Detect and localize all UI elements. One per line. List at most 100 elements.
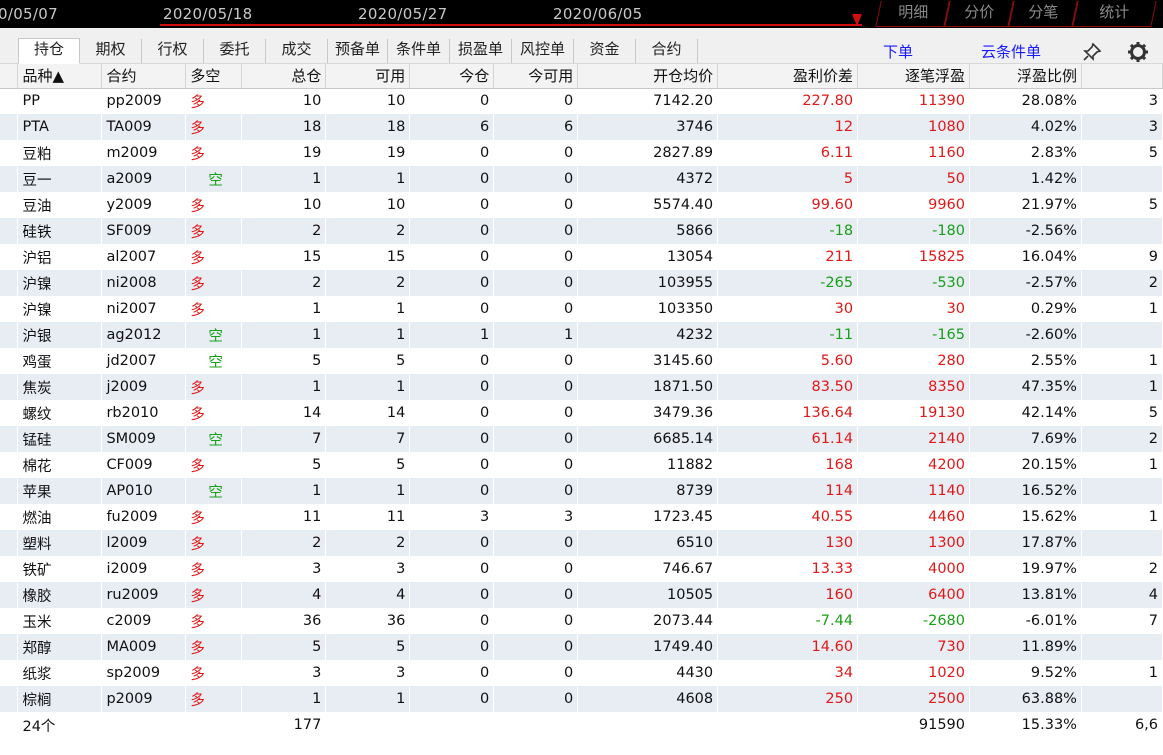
cell-available: 7: [325, 426, 411, 452]
cell-available: 4: [325, 582, 411, 608]
cell-profit-diff: 83.50: [717, 374, 859, 400]
header-profit-diff[interactable]: 盈利价差: [717, 64, 859, 89]
cell-pnl-ratio: 0.29%: [969, 296, 1082, 322]
header-variety[interactable]: 品种▲: [17, 64, 103, 89]
tab-funds[interactable]: 资金: [574, 39, 636, 63]
cell-float-pnl: 11390: [857, 88, 971, 114]
timeline-date: 0/05/07: [0, 5, 58, 23]
table-row[interactable]: 沪银 ag2012 空 1 1 1 1 4232 -11 -165 -2.60%: [0, 322, 1163, 348]
table-row[interactable]: PTA TA009 多 18 18 6 6 3746 12 1080 4.02% 3: [0, 114, 1163, 140]
cell-available: 5: [325, 634, 411, 660]
cell-available: 15: [325, 244, 411, 270]
table-row[interactable]: 沪镍 ni2007 多 1 1 0 0 103350 30 30 0.29% 1: [0, 296, 1163, 322]
cell-extra: 7: [1081, 608, 1163, 634]
tab-tick[interactable]: 分笔: [1007, 1, 1079, 27]
cell-today: 3: [409, 504, 495, 530]
tab-price-distribution[interactable]: 分价: [943, 1, 1015, 27]
table-row[interactable]: 豆粕 m2009 多 19 19 0 0 2827.89 6.11 1160 2.83% 5: [0, 140, 1163, 166]
timeline-date: 2020/05/27: [358, 5, 448, 23]
cell-direction: 多: [185, 400, 243, 426]
cell-pnl-ratio: 1.42%: [969, 166, 1082, 192]
table-row[interactable]: 硅铁 SF009 多 2 2 0 0 5866 -18 -180 -2.56%: [0, 218, 1163, 244]
tab-contracts[interactable]: 合约: [636, 39, 698, 63]
tab-positions[interactable]: 持仓: [18, 38, 80, 64]
cell-profit-diff: 40.55: [717, 504, 859, 530]
table-row[interactable]: 焦炭 j2009 多 1 1 0 0 1871.50 83.50 8350 47.35% 1: [0, 374, 1163, 400]
cell-extra: 1: [1081, 296, 1163, 322]
table-row[interactable]: 棕榈 p2009 多 1 1 0 0 4608 250 2500 63.88%: [0, 686, 1163, 712]
cell-total: 2: [241, 270, 327, 296]
place-order-link[interactable]: 下单: [883, 41, 913, 62]
cell-total: 36: [241, 608, 327, 634]
table-row[interactable]: 塑料 l2009 多 2 2 0 0 6510 130 1300 17.87%: [0, 530, 1163, 556]
cell-profit-diff: 14.60: [717, 634, 859, 660]
cell-extra: [1081, 218, 1163, 244]
table-row[interactable]: PP pp2009 多 10 10 0 0 7142.20 227.80 11390 28.08% 3: [0, 88, 1163, 114]
table-row[interactable]: 玉米 c2009 多 36 36 0 0 2073.44 -7.44 -2680 -6.01% 7: [0, 608, 1163, 634]
table-row[interactable]: 鸡蛋 jd2007 空 5 5 0 0 3145.60 5.60 280 2.55% 1: [0, 348, 1163, 374]
cell-available: 3: [325, 660, 411, 686]
table-row[interactable]: 豆油 y2009 多 10 10 0 0 5574.40 99.60 9960 21.97% 5: [0, 192, 1163, 218]
totals-total: 177: [241, 712, 327, 738]
header-today[interactable]: 今仓: [409, 64, 495, 89]
table-row[interactable]: 铁矿 i2009 多 3 3 0 0 746.67 13.33 4000 19.97% 2: [0, 556, 1163, 582]
table-row[interactable]: 郑醇 MA009 多 5 5 0 0 1749.40 14.60 730 11.89%: [0, 634, 1163, 660]
cell-today-available: 6: [493, 114, 579, 140]
tab-preorders[interactable]: 预备单: [328, 39, 388, 63]
tab-trades[interactable]: 成交: [266, 39, 328, 63]
cell-available: 1: [325, 166, 411, 192]
table-row[interactable]: 锰硅 SM009 空 7 7 0 0 6685.14 61.14 2140 7.69% 2: [0, 426, 1163, 452]
tab-options[interactable]: 期权: [80, 39, 142, 63]
header-spacer: [0, 64, 19, 89]
cell-contract: SM009: [101, 426, 187, 452]
header-total[interactable]: 总仓: [241, 64, 327, 89]
spacer: [0, 556, 19, 582]
pin-icon[interactable]: [1080, 40, 1104, 64]
table-row[interactable]: 螺纹 rb2010 多 14 14 0 0 3479.36 136.64 19130 42.14% 5: [0, 400, 1163, 426]
spacer: [0, 660, 19, 686]
cloud-conditional-order-link[interactable]: 云条件单: [981, 41, 1041, 62]
cell-contract: i2009: [101, 556, 187, 582]
header-float-pnl[interactable]: 逐笔浮盈: [857, 64, 971, 89]
tab-risk-orders[interactable]: 风控单: [512, 39, 574, 63]
tab-conditional-orders[interactable]: 条件单: [388, 39, 450, 63]
gear-icon[interactable]: [1126, 40, 1150, 64]
cell-today-available: 3: [493, 504, 579, 530]
cell-profit-diff: 136.64: [717, 400, 859, 426]
header-available[interactable]: 可用: [325, 64, 411, 89]
header-avg-price[interactable]: 开仓均价: [577, 64, 719, 89]
spacer: [0, 582, 19, 608]
header-today-available[interactable]: 今可用: [493, 64, 579, 89]
cell-pnl-ratio: 15.62%: [969, 504, 1082, 530]
tab-detail[interactable]: 明细: [875, 1, 951, 27]
table-row[interactable]: 纸浆 sp2009 多 3 3 0 0 4430 34 1020 9.52% 1: [0, 660, 1163, 686]
header-direction[interactable]: 多空: [185, 64, 243, 89]
table-row[interactable]: 棉花 CF009 多 5 5 0 0 11882 168 4200 20.15% 1: [0, 452, 1163, 478]
cell-available: 36: [325, 608, 411, 634]
cell-pnl-ratio: 63.88%: [969, 686, 1082, 712]
cell-extra: 9: [1081, 244, 1163, 270]
table-row[interactable]: 豆一 a2009 空 1 1 0 0 4372 5 50 1.42%: [0, 166, 1163, 192]
cell-contract: AP010: [101, 478, 187, 504]
cell-extra: [1081, 530, 1163, 556]
cell-avg-price: 3746: [577, 114, 719, 140]
table-row[interactable]: 沪铝 al2007 多 15 15 0 0 13054 211 15825 16.04% 9: [0, 244, 1163, 270]
cell-profit-diff: 250: [717, 686, 859, 712]
cell-float-pnl: 280: [857, 348, 971, 374]
timeline-date: 2020/05/18: [163, 5, 253, 23]
table-row[interactable]: 橡胶 ru2009 多 4 4 0 0 10505 160 6400 13.81% 4: [0, 582, 1163, 608]
table-row[interactable]: 苹果 AP010 空 1 1 0 0 8739 114 1140 16.52%: [0, 478, 1163, 504]
positions-table: 品种▲ 合约 多空 总仓 可用 今仓 今可用 开仓均价 盈利价差 逐笔浮盈 浮盈…: [0, 64, 1163, 738]
header-extra[interactable]: [1081, 64, 1163, 89]
table-row[interactable]: 燃油 fu2009 多 11 11 3 3 1723.45 40.55 4460 15.62% 1: [0, 504, 1163, 530]
header-pnl-ratio[interactable]: 浮盈比例: [969, 64, 1082, 89]
tab-orders[interactable]: 委托: [204, 39, 266, 63]
header-contract[interactable]: 合约: [101, 64, 187, 89]
cell-available: 1: [325, 686, 411, 712]
tab-exercise[interactable]: 行权: [142, 39, 204, 63]
tab-statistics[interactable]: 统计: [1071, 1, 1157, 27]
table-row[interactable]: 沪镍 ni2008 多 2 2 0 0 103955 -265 -530 -2.57% 2: [0, 270, 1163, 296]
cell-extra: [1081, 322, 1163, 348]
cell-avg-price: 4430: [577, 660, 719, 686]
tab-stop-orders[interactable]: 损盈单: [450, 39, 512, 63]
